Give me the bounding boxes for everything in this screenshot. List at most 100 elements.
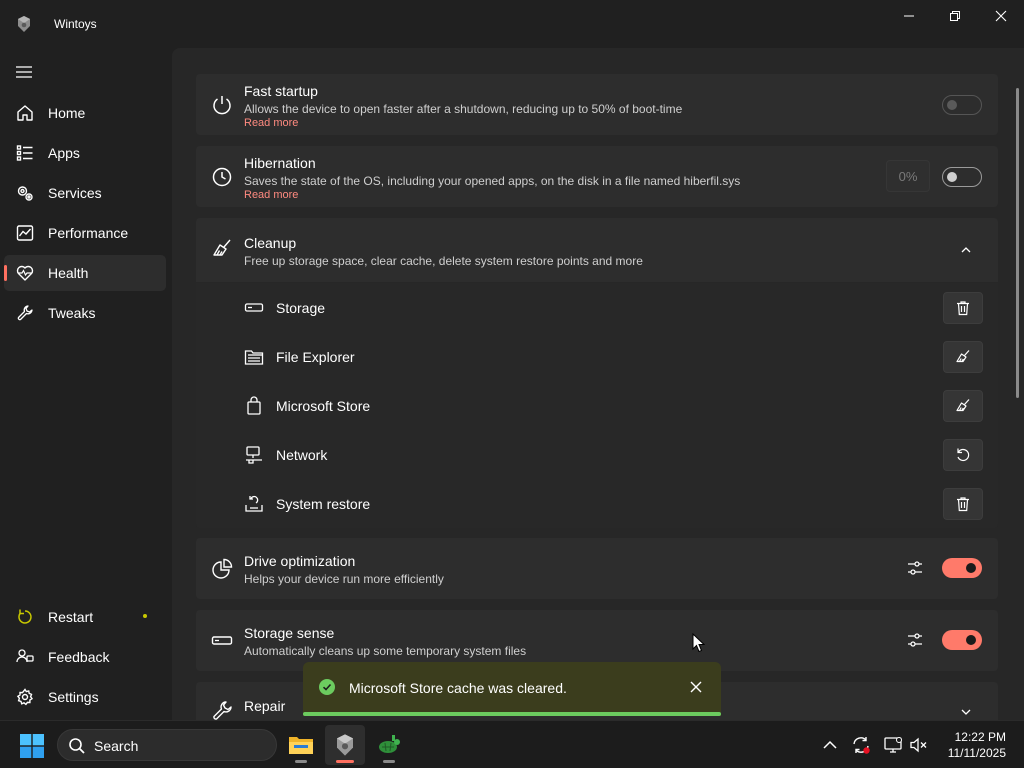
hamburger-menu-icon[interactable]: [14, 62, 34, 82]
system-clock[interactable]: 12:22 PM 11/11/2025: [940, 729, 1006, 761]
sidebar-item-label: Tweaks: [48, 305, 96, 321]
hibernation-card: Hibernation Saves the state of the OS, i…: [196, 146, 998, 207]
vertical-scrollbar[interactable]: [1016, 88, 1019, 398]
sidebar-item-home[interactable]: Home: [4, 95, 166, 131]
taskbar-file-explorer[interactable]: [281, 725, 321, 765]
cleanup-item-system-restore: System restore: [196, 479, 998, 528]
chevron-up-icon[interactable]: [960, 244, 972, 256]
sidebar-item-performance[interactable]: Performance: [4, 215, 166, 251]
active-indicator: [4, 265, 7, 281]
sidebar-item-health[interactable]: Health: [4, 255, 166, 291]
apps-list-icon: [16, 145, 33, 161]
clear-storage-button[interactable]: [943, 292, 983, 324]
wrench-icon: [213, 701, 232, 720]
broom-icon: [956, 350, 970, 363]
app-title: Wintoys: [54, 17, 97, 31]
reset-network-button[interactable]: [943, 439, 983, 471]
sidebar-item-label: Health: [48, 265, 89, 281]
search-icon: [69, 738, 85, 754]
sidebar-item-apps[interactable]: Apps: [4, 135, 166, 171]
wrench-icon: [17, 305, 33, 321]
read-more-link[interactable]: Read more: [244, 117, 298, 129]
toast-notification: Microsoft Store cache was cleared.: [303, 662, 721, 716]
cleanup-item-network: Network: [196, 430, 998, 479]
chevron-up-icon[interactable]: [820, 735, 840, 755]
speaker-muted-icon[interactable]: [909, 735, 929, 755]
clean-file-explorer-button[interactable]: [943, 341, 983, 373]
sync-icon[interactable]: [851, 735, 871, 755]
sliders-settings-icon[interactable]: [906, 631, 924, 649]
cleanup-item-label: Network: [276, 447, 328, 463]
home-icon: [17, 105, 33, 121]
system-restore-icon: [245, 495, 263, 512]
turtle-app-icon: [379, 735, 400, 753]
network-icon: [246, 446, 262, 464]
card-description: Allows the device to open faster after a…: [244, 102, 683, 116]
restore-button[interactable]: [932, 0, 978, 32]
drive-optimization-toggle[interactable]: [942, 558, 982, 578]
card-title: Cleanup: [244, 235, 297, 251]
sidebar-item-label: Home: [48, 105, 86, 121]
cleanup-item-label: System restore: [276, 496, 371, 512]
notification-dot: [143, 614, 147, 618]
minimize-button[interactable]: [886, 0, 932, 32]
sidebar-item-feedback[interactable]: Feedback: [4, 639, 166, 675]
taskbar-app-green[interactable]: [369, 725, 409, 765]
folder-icon: [289, 737, 313, 754]
network-monitor-icon[interactable]: [883, 735, 903, 755]
storage-sense-toggle[interactable]: [942, 630, 982, 650]
drive-icon: [211, 636, 233, 645]
sidebar-item-label: Feedback: [48, 649, 110, 665]
mouse-cursor-icon: [692, 633, 705, 653]
cleanup-item-storage: Storage: [196, 283, 998, 332]
drive-optimization-card: Drive optimization Helps your device run…: [196, 538, 998, 599]
fast-startup-card: Fast startup Allows the device to open f…: [196, 74, 998, 135]
cleanup-item-label: Storage: [276, 300, 326, 316]
card-title: Fast startup: [244, 83, 318, 99]
delete-restore-points-button[interactable]: [943, 488, 983, 520]
windows-start-icon[interactable]: [20, 734, 44, 758]
taskbar-search-box[interactable]: Search: [57, 729, 277, 761]
success-check-icon: [319, 679, 335, 695]
clean-microsoft-store-button[interactable]: [943, 390, 983, 422]
cleanup-item-label: File Explorer: [276, 349, 355, 365]
title-bar: Wintoys: [0, 0, 1024, 48]
close-window-button[interactable]: [978, 0, 1024, 32]
folder-icon: [244, 350, 264, 365]
card-description: Automatically cleans up some temporary s…: [244, 644, 527, 658]
card-description: Saves the state of the OS, including you…: [244, 174, 741, 188]
chart-icon: [16, 225, 34, 241]
taskbar: Search 12:22 PM 11/11/2025: [0, 720, 1024, 768]
cleanup-item-file-explorer: File Explorer: [196, 332, 998, 381]
cleanup-item-microsoft-store: Microsoft Store: [196, 381, 998, 430]
cleanup-card-header[interactable]: Cleanup Free up storage space, clear cac…: [196, 218, 998, 282]
power-icon: [213, 96, 231, 115]
refresh-icon: [957, 448, 970, 462]
chevron-down-icon[interactable]: [960, 706, 972, 718]
read-more-link[interactable]: Read more: [244, 189, 298, 201]
sidebar-item-tweaks[interactable]: Tweaks: [4, 295, 166, 331]
card-title: Drive optimization: [244, 553, 356, 569]
sidebar-item-label: Services: [48, 185, 102, 201]
store-bag-icon: [247, 396, 261, 415]
heart-pulse-icon: [16, 265, 34, 281]
sidebar-item-services[interactable]: Services: [4, 175, 166, 211]
app-window: Wintoys Home Apps Services Performance H…: [0, 0, 1024, 720]
toast-close-button[interactable]: [687, 678, 705, 696]
trash-icon: [957, 497, 969, 512]
sidebar-item-label: Apps: [48, 145, 80, 161]
sidebar-item-label: Restart: [48, 609, 94, 625]
clock-icon: [212, 167, 232, 187]
search-placeholder: Search: [94, 738, 139, 754]
hibernation-percent-field[interactable]: 0%: [886, 160, 930, 192]
sidebar-item-settings[interactable]: Settings: [4, 679, 166, 715]
card-title: Repair: [244, 698, 286, 714]
pie-chart-icon: [212, 558, 233, 579]
toast-message: Microsoft Store cache was cleared.: [349, 680, 567, 696]
feedback-icon: [16, 649, 34, 663]
sliders-settings-icon[interactable]: [906, 559, 924, 577]
hibernation-toggle[interactable]: [942, 167, 982, 187]
sidebar-item-restart[interactable]: Restart: [4, 599, 166, 635]
fast-startup-toggle[interactable]: [942, 95, 982, 115]
taskbar-wintoys[interactable]: [325, 725, 365, 765]
